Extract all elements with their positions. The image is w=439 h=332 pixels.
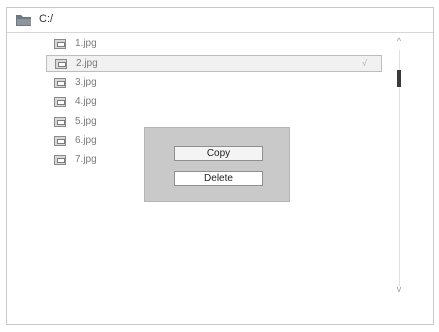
copy-button[interactable]: Copy	[174, 146, 263, 161]
file-name: 2.jpg	[76, 58, 98, 70]
file-name: 4.jpg	[75, 96, 97, 108]
scrollbar-thumb[interactable]	[397, 70, 401, 87]
file-row[interactable]: 4.jpg	[46, 94, 382, 111]
file-name: 5.jpg	[75, 115, 97, 127]
image-file-icon	[54, 39, 66, 49]
file-row[interactable]: 1.jpg	[46, 36, 382, 53]
file-row[interactable]: 3.jpg	[46, 75, 382, 92]
current-path: C:/	[39, 13, 54, 25]
chevron-up-icon[interactable]: ^	[394, 36, 404, 46]
image-file-icon	[54, 77, 66, 88]
chevron-down-icon[interactable]: v	[394, 284, 404, 294]
context-menu: Copy Delete	[144, 127, 290, 202]
file-row-selected[interactable]: 2.jpg √	[46, 55, 382, 73]
image-file-icon	[54, 155, 66, 166]
file-name: 6.jpg	[75, 134, 97, 146]
folder-icon	[16, 15, 31, 26]
check-mark: √	[362, 58, 367, 69]
file-name: 3.jpg	[75, 76, 97, 88]
path-bar: C:/	[7, 8, 433, 33]
file-name: 7.jpg	[75, 154, 97, 166]
image-file-icon	[54, 97, 66, 108]
image-file-icon	[54, 116, 66, 127]
delete-button[interactable]: Delete	[174, 171, 263, 186]
image-file-icon	[54, 135, 66, 146]
file-name: 1.jpg	[75, 38, 97, 49]
image-file-icon	[55, 59, 67, 70]
